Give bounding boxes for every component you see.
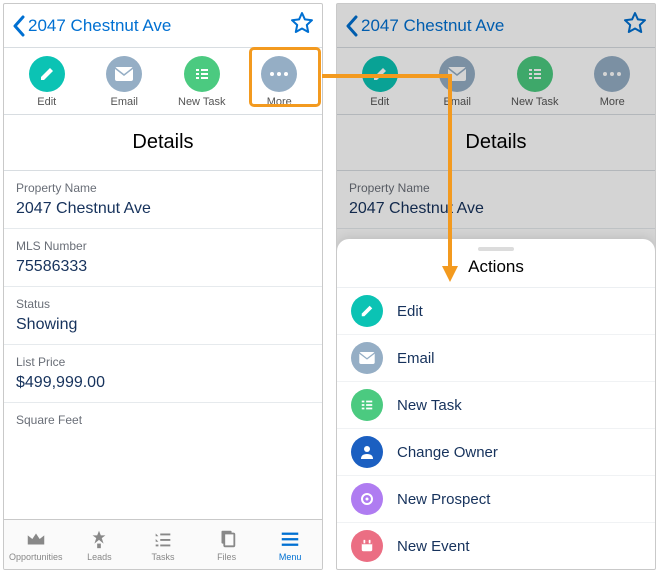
header-title: 2047 Chestnut Ave	[28, 16, 171, 36]
action-label: Edit	[397, 303, 423, 320]
tasks-icon	[152, 528, 174, 550]
action-bar: Edit Email New Task More	[4, 48, 322, 115]
new-task-button[interactable]: New Task	[167, 56, 237, 108]
prospect-icon	[351, 483, 383, 515]
star-person-icon	[88, 528, 110, 550]
field-row: MLS Number 75586333	[4, 229, 322, 287]
action-label: Change Owner	[397, 444, 498, 461]
tab-label: Tasks	[151, 552, 174, 562]
action-email[interactable]: Email	[337, 335, 655, 382]
checklist-icon	[351, 389, 383, 421]
files-icon	[216, 528, 238, 550]
field-label: Property Name	[16, 181, 310, 195]
field-value: 2047 Chestnut Ave	[16, 200, 310, 218]
field-label: Status	[16, 297, 310, 311]
edit-button[interactable]: Edit	[12, 56, 82, 108]
envelope-icon	[106, 56, 142, 92]
pencil-icon	[29, 56, 65, 92]
action-change-owner[interactable]: Change Owner	[337, 429, 655, 476]
field-value: $499,999.00	[16, 374, 310, 392]
action-label: New Prospect	[397, 491, 490, 508]
tab-label: Opportunities	[9, 552, 63, 562]
envelope-icon	[351, 342, 383, 374]
field-row: Status Showing	[4, 287, 322, 345]
tab-menu[interactable]: Menu	[258, 520, 322, 569]
action-label: New Task	[397, 397, 462, 414]
details-heading: Details	[4, 115, 322, 171]
field-value: Showing	[16, 316, 310, 334]
checklist-icon	[184, 56, 220, 92]
action-edit[interactable]: Edit	[337, 288, 655, 335]
action-new-task[interactable]: New Task	[337, 382, 655, 429]
edit-label: Edit	[37, 96, 56, 108]
tab-label: Menu	[279, 552, 302, 562]
field-label: Square Feet	[16, 413, 310, 427]
email-label: Email	[110, 96, 138, 108]
favorite-button[interactable]	[290, 11, 314, 40]
chevron-left-icon	[12, 15, 26, 37]
field-value: 75586333	[16, 258, 310, 276]
email-button[interactable]: Email	[89, 56, 159, 108]
field-row: List Price $499,999.00	[4, 345, 322, 403]
tab-bar: Opportunities Leads Tasks Files Menu	[4, 519, 322, 569]
person-icon	[351, 436, 383, 468]
actions-sheet: Actions Edit Email New Task Change Owner…	[337, 239, 655, 569]
action-new-prospect[interactable]: New Prospect	[337, 476, 655, 523]
header-bar: 2047 Chestnut Ave	[4, 4, 322, 48]
tab-tasks[interactable]: Tasks	[131, 520, 195, 569]
field-list: Property Name 2047 Chestnut Ave MLS Numb…	[4, 171, 322, 519]
tab-files[interactable]: Files	[195, 520, 259, 569]
more-label: More	[267, 96, 292, 108]
action-new-event[interactable]: New Event	[337, 523, 655, 569]
more-button[interactable]: More	[244, 56, 314, 108]
field-label: List Price	[16, 355, 310, 369]
field-row: Square Feet	[4, 403, 322, 442]
tab-opportunities[interactable]: Opportunities	[4, 520, 68, 569]
sheet-grip[interactable]	[478, 247, 514, 251]
action-label: Email	[397, 350, 435, 367]
tab-label: Files	[217, 552, 236, 562]
tab-label: Leads	[87, 552, 112, 562]
back-button[interactable]: 2047 Chestnut Ave	[12, 15, 171, 37]
crown-icon	[25, 528, 47, 550]
menu-icon	[279, 528, 301, 550]
phone-frame-left: 2047 Chestnut Ave Edit Email New Task	[3, 3, 323, 570]
action-label: New Event	[397, 538, 470, 555]
ellipsis-icon	[261, 56, 297, 92]
new-task-label: New Task	[178, 96, 225, 108]
phone-frame-right: 2047 Chestnut Ave Edit Email New Task Mo…	[336, 3, 656, 570]
tab-leads[interactable]: Leads	[68, 520, 132, 569]
field-row: Property Name 2047 Chestnut Ave	[4, 171, 322, 229]
star-icon	[290, 11, 314, 35]
calendar-icon	[351, 530, 383, 562]
field-label: MLS Number	[16, 239, 310, 253]
pencil-icon	[351, 295, 383, 327]
sheet-title: Actions	[337, 253, 655, 288]
